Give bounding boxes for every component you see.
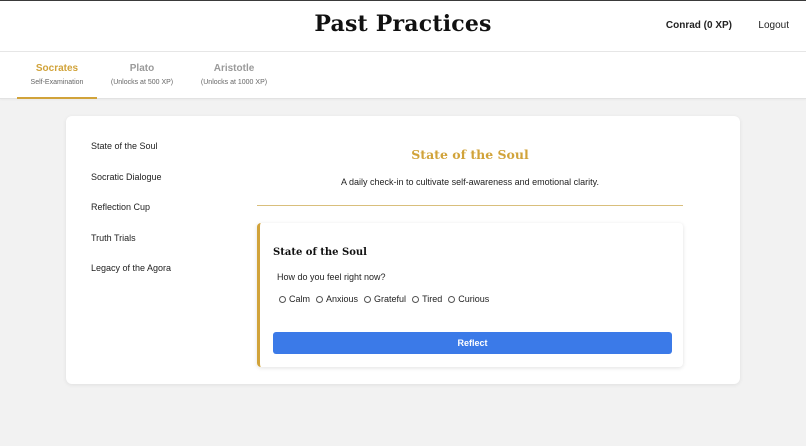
radio-button[interactable]	[448, 295, 456, 303]
sidebar-item-state-of-the-soul[interactable]: State of the Soul	[91, 140, 241, 171]
sidebar-item-socratic-dialogue[interactable]: Socratic Dialogue	[91, 171, 241, 202]
tab-aristotle[interactable]: Aristotle (Unlocks at 1000 XP)	[196, 52, 272, 99]
practice-card: State of the Soul Socratic Dialogue Refl…	[66, 116, 740, 384]
section-divider	[257, 205, 683, 206]
radio-button[interactable]	[316, 295, 324, 303]
mood-option-calm[interactable]: Calm	[279, 294, 310, 304]
section-title: State of the Soul	[411, 147, 529, 162]
mood-option-curious[interactable]: Curious	[448, 294, 489, 304]
top-bar: Past Practices Conrad (0 XP) Logout	[0, 0, 806, 52]
tab-aristotle-name: Aristotle	[213, 63, 255, 74]
tab-socrates-name: Socrates	[35, 63, 79, 74]
philosopher-tabs: Socrates Self-Examination Plato (Unlocks…	[0, 52, 806, 99]
mood-option-anxious[interactable]: Anxious	[316, 294, 358, 304]
panel-title: State of the Soul	[273, 247, 367, 258]
tab-aristotle-subtitle: (Unlocks at 1000 XP)	[200, 79, 268, 86]
mood-options: Calm Anxious Grateful Tired Curious	[279, 294, 495, 304]
reflect-button[interactable]: Reflect	[273, 332, 672, 354]
radio-button[interactable]	[364, 295, 372, 303]
mood-option-label: Grateful	[374, 294, 407, 304]
sidebar-item-legacy-of-the-agora[interactable]: Legacy of the Agora	[91, 262, 241, 293]
tab-plato-subtitle: (Unlocks at 500 XP)	[110, 79, 174, 86]
check-in-panel: State of the Soul How do you feel right …	[257, 223, 683, 367]
tab-socrates-subtitle: Self-Examination	[30, 79, 84, 86]
section-description: A daily check-in to cultivate self-aware…	[341, 177, 599, 187]
sidebar-item-truth-trials[interactable]: Truth Trials	[91, 232, 241, 263]
tab-socrates[interactable]: Socrates Self-Examination	[17, 52, 97, 99]
radio-button[interactable]	[412, 295, 420, 303]
logout-link[interactable]: Logout	[758, 20, 789, 31]
user-xp-label: Conrad (0 XP)	[665, 20, 732, 31]
mood-option-label: Curious	[458, 294, 490, 304]
sidebar-item-reflection-cup[interactable]: Reflection Cup	[91, 201, 241, 232]
practice-sidebar: State of the Soul Socratic Dialogue Refl…	[91, 140, 241, 293]
mood-option-label: Tired	[422, 294, 443, 304]
radio-button[interactable]	[279, 295, 286, 303]
mood-option-tired[interactable]: Tired	[412, 294, 442, 304]
mood-question: How do you feel right now?	[277, 272, 386, 282]
tab-plato-name: Plato	[129, 63, 155, 74]
tab-plato[interactable]: Plato (Unlocks at 500 XP)	[104, 52, 180, 99]
mood-option-label: Calm	[289, 294, 311, 304]
mood-option-grateful[interactable]: Grateful	[364, 294, 406, 304]
mood-option-label: Anxious	[326, 294, 359, 304]
